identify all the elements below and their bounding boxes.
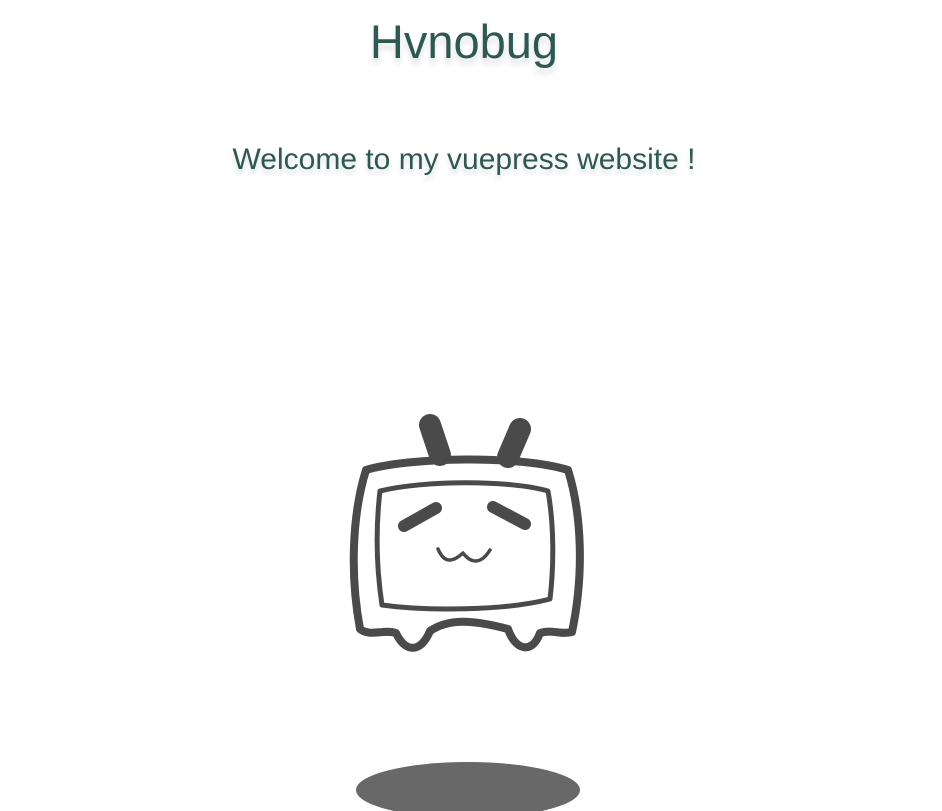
right-antenna	[497, 418, 531, 468]
left-antenna	[419, 414, 451, 466]
site-title: Hvnobug	[369, 15, 559, 68]
mascot-shadow	[356, 762, 580, 811]
site-subtitle: Welcome to my vuepress website !	[232, 143, 696, 176]
left-eye	[398, 502, 442, 532]
tv-screen-outline	[374, 480, 556, 612]
right-eye	[487, 501, 531, 530]
page: Hvnobug Welcome to my vuepress website !	[0, 0, 942, 811]
mouth	[436, 547, 492, 563]
tv-mascot-icon[interactable]	[340, 405, 600, 665]
